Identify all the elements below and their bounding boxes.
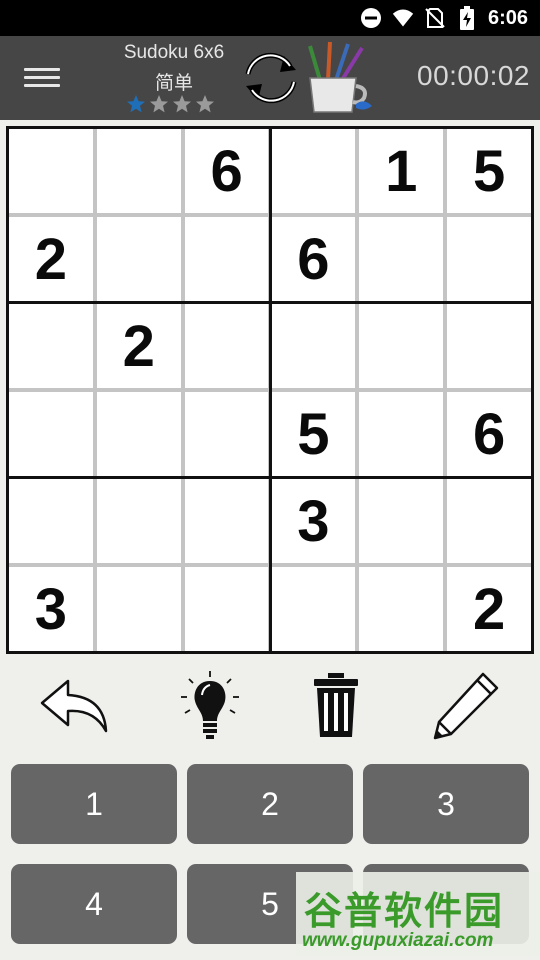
menu-button[interactable]	[22, 64, 62, 94]
grid-cell[interactable]: 5	[271, 392, 356, 476]
star-empty-icon	[196, 95, 214, 113]
grid-cell[interactable]	[271, 567, 356, 651]
grid-cell[interactable]: 6	[447, 392, 531, 476]
numpad-button-4[interactable]: 4	[11, 864, 177, 944]
battery-charging-icon	[456, 6, 478, 30]
grid-cell[interactable]	[447, 479, 531, 563]
hint-bulb-icon	[181, 671, 239, 739]
grid-cell[interactable]	[184, 217, 269, 301]
grid-line-vertical	[531, 126, 534, 654]
title-block: Sudoku 6x6 简单	[104, 42, 244, 95]
grid-cell[interactable]	[359, 479, 444, 563]
grid-cell[interactable]	[96, 567, 181, 651]
game-title: Sudoku 6x6	[123, 42, 225, 63]
do-not-disturb-icon	[360, 7, 382, 29]
grid-cell[interactable]	[359, 304, 444, 388]
grid-cell[interactable]: 5	[447, 129, 531, 213]
grid-cell[interactable]: 1	[359, 129, 444, 213]
grid-cell[interactable]	[447, 304, 531, 388]
star-empty-icon	[173, 95, 191, 113]
watermark: 谷普软件园 www.gupuxiazai.com	[296, 872, 540, 956]
grid-cell[interactable]	[447, 217, 531, 301]
grid-cell[interactable]	[9, 392, 93, 476]
grid-cell[interactable]	[184, 479, 269, 563]
grid-cell[interactable]: 3	[271, 479, 356, 563]
status-time: 6:06	[487, 6, 528, 29]
delete-button[interactable]	[296, 668, 376, 742]
grid-cell[interactable]	[9, 479, 93, 563]
grid-cell[interactable]	[359, 217, 444, 301]
trash-icon	[314, 673, 358, 737]
wifi-icon	[392, 7, 414, 29]
grid-cell[interactable]: 2	[447, 567, 531, 651]
sudoku-grid: 61526256332	[6, 126, 534, 654]
grid-cell[interactable]	[359, 567, 444, 651]
new-game-button[interactable]	[240, 44, 302, 112]
app-bar: Sudoku 6x6 简单 00:00:02	[0, 36, 540, 120]
hint-button[interactable]	[170, 668, 250, 742]
star-empty-icon	[150, 95, 168, 113]
status-icons: 6:06	[360, 0, 528, 36]
watermark-url: www.gupuxiazai.com	[302, 930, 494, 951]
watermark-text: 谷普软件园	[304, 889, 505, 933]
grid-cell[interactable]	[184, 392, 269, 476]
no-sim-icon	[424, 7, 446, 29]
menu-icon	[22, 68, 62, 87]
undo-icon	[40, 679, 108, 733]
difficulty-stars	[126, 94, 215, 114]
brush-cup-icon[interactable]	[298, 40, 374, 116]
difficulty-label: 简单	[154, 73, 193, 94]
pencil-icon	[433, 672, 499, 740]
grid-line-horizontal	[6, 651, 534, 654]
grid-cell[interactable]	[96, 217, 181, 301]
grid-cell[interactable]	[359, 392, 444, 476]
grid-cell[interactable]	[184, 567, 269, 651]
grid-cell[interactable]: 3	[9, 567, 93, 651]
grid-cell[interactable]	[9, 304, 93, 388]
status-bar: 6:06	[0, 0, 540, 36]
grid-cell[interactable]	[96, 129, 181, 213]
numpad-button-3[interactable]: 3	[363, 764, 529, 844]
grid-cell[interactable]: 2	[96, 304, 181, 388]
numpad-button-1[interactable]: 1	[11, 764, 177, 844]
undo-button[interactable]	[34, 668, 114, 742]
numpad-button-2[interactable]: 2	[187, 764, 353, 844]
pencil-button[interactable]	[426, 668, 506, 742]
grid-cell[interactable]	[184, 304, 269, 388]
grid-cell[interactable]: 6	[271, 217, 356, 301]
grid-cell[interactable]	[96, 479, 181, 563]
grid-cell[interactable]: 6	[184, 129, 269, 213]
star-filled-icon	[127, 95, 145, 113]
grid-cell[interactable]	[271, 304, 356, 388]
grid-cell[interactable]	[9, 129, 93, 213]
refresh-icon	[245, 52, 297, 104]
grid-cell[interactable]	[96, 392, 181, 476]
grid-cell[interactable]	[271, 129, 356, 213]
game-timer: 00:00:02	[417, 60, 530, 91]
grid-cell[interactable]: 2	[9, 217, 93, 301]
